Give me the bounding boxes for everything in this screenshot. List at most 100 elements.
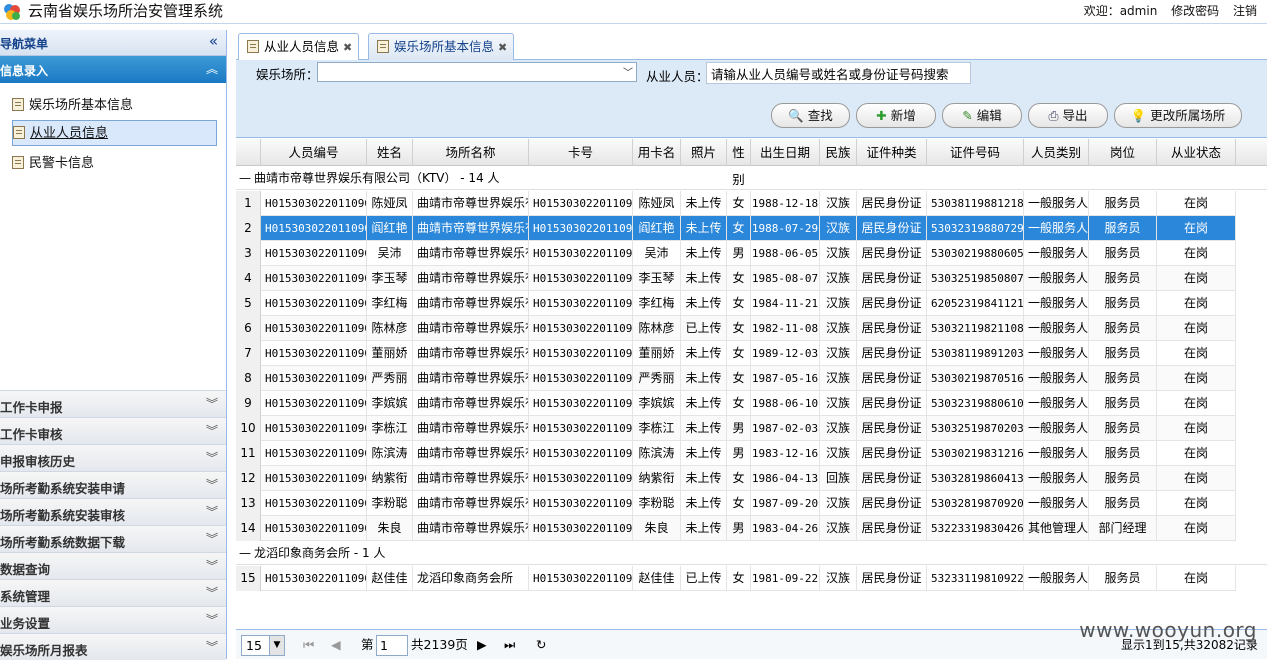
accordion-section[interactable]: 业务设置 ︾ (0, 606, 226, 633)
tree-item-venue-info[interactable]: 娱乐场所基本信息 (12, 93, 217, 119)
table-cell: 在岗 (1157, 516, 1236, 541)
column-header[interactable]: 人员类别 (1024, 139, 1089, 166)
chevron-down-icon[interactable]: ︾ (206, 503, 218, 520)
chevron-down-icon[interactable]: ︾ (206, 449, 218, 466)
add-button[interactable]: ✚ 新增 (856, 103, 936, 128)
group-header[interactable]: — 龙滔印象商务会所 - 1 人 (236, 541, 1267, 565)
tab-venue-info[interactable]: 娱乐场所基本信息 ✖ (368, 33, 515, 60)
accordion-section[interactable]: 系统管理 ︾ (0, 579, 226, 606)
staff-search-input[interactable] (706, 62, 971, 84)
column-header[interactable]: 证件种类 (857, 139, 927, 166)
page-number-input[interactable]: 1 (376, 635, 408, 656)
table-row[interactable]: 2 H015303022011090 阎红艳 曲靖市帝尊世界娱乐有 H015303022… (236, 216, 1236, 241)
table-cell: 530323198807290 (927, 216, 1024, 241)
column-header[interactable]: 姓名 (367, 139, 413, 166)
export-button[interactable]: ⎙ 导出 (1028, 103, 1108, 128)
accordion-section[interactable]: 申报审核历史 ︾ (0, 444, 226, 471)
column-header[interactable]: 从业状态 (1157, 139, 1236, 166)
accordion-section[interactable]: 数据查询 ︾ (0, 552, 226, 579)
close-icon[interactable]: ✖ (498, 41, 507, 54)
table-cell: 一般服务人员 (1024, 316, 1089, 341)
table-cell: 李粉聪 (367, 491, 413, 516)
change-venue-button[interactable]: 💡 更改所属场所 (1114, 103, 1242, 128)
accordion-section[interactable]: 工作卡申报 ︾ (0, 390, 226, 417)
chevron-down-icon[interactable]: ︾ (206, 557, 218, 574)
first-page-icon[interactable]: ⏮ (303, 636, 314, 654)
column-header[interactable]: 民族 (820, 139, 857, 166)
table-row[interactable]: 6 H015303022011090 陈林彦 曲靖市帝尊世界娱乐有 H015303022… (236, 316, 1236, 341)
accordion-section[interactable]: 场所考勤系统安装审核 ︾ (0, 498, 226, 525)
tree-item-staff-info[interactable]: 从业人员信息 (12, 120, 217, 146)
venue-select[interactable]: ﹀ (317, 62, 637, 82)
column-header[interactable]: 出生日期 (751, 139, 820, 166)
column-header[interactable]: 证件号码 (927, 139, 1024, 166)
tab-staff-info[interactable]: 从业人员信息 ✖ (238, 33, 360, 61)
table-cell: 在岗 (1157, 391, 1236, 416)
group-title: 龙滔印象商务会所 - 1 人 (254, 546, 386, 560)
accordion-section[interactable]: 工作卡审核 ︾ (0, 417, 226, 444)
table-row[interactable]: 1 H015303022011090 陈娅凤 曲靖市帝尊世界娱乐有 H015303022… (236, 191, 1236, 216)
table-cell: 一般服务人员 (1024, 241, 1089, 266)
chevron-down-icon[interactable]: ︾ (206, 422, 218, 439)
refresh-icon[interactable]: ↻ (536, 636, 546, 654)
table-row[interactable]: 15 H015303022011090 赵佳佳 龙滔印象商务会所 H0153030220… (236, 566, 1236, 591)
table-cell: 未上传 (681, 216, 727, 241)
collapse-group-icon[interactable]: — (236, 541, 254, 565)
page-size-select[interactable]: 15 ▼ (241, 635, 285, 656)
column-header[interactable]: 岗位 (1089, 139, 1157, 166)
accordion-section[interactable]: 场所考勤系统数据下载 ︾ (0, 525, 226, 552)
accordion-section-open[interactable]: 信息录入 ︽ (0, 56, 226, 83)
logout-link[interactable]: 注销 (1233, 4, 1257, 18)
chevron-down-icon[interactable]: ︾ (206, 476, 218, 493)
document-icon (12, 156, 24, 169)
column-header[interactable]: 人员编号 (261, 139, 367, 166)
table-cell: 曲靖市帝尊世界娱乐有 (413, 316, 529, 341)
table-row[interactable]: 4 H015303022011090 李玉琴 曲靖市帝尊世界娱乐有 H015303022… (236, 266, 1236, 291)
accordion-section[interactable]: 娱乐场所月报表 ︾ (0, 633, 226, 660)
table-row[interactable]: 14 H015303022011090 朱良 曲靖市帝尊世界娱乐有 H015303022… (236, 516, 1236, 541)
tree-item-police-card[interactable]: 民警卡信息 (12, 151, 217, 177)
collapse-sidebar-icon[interactable]: « (209, 32, 218, 50)
column-header[interactable]: 用卡名 (633, 139, 681, 166)
column-header[interactable]: 性别 (727, 139, 751, 187)
table-cell: 未上传 (681, 516, 727, 541)
table-row[interactable]: 11 H015303022011090 陈滨涛 曲靖市帝尊世界娱乐有 H01530302… (236, 441, 1236, 466)
prev-page-icon[interactable]: ◀ (331, 636, 341, 654)
chevron-down-icon[interactable]: ︾ (206, 611, 218, 628)
search-button[interactable]: 🔍 查找 (771, 103, 850, 128)
table-row[interactable]: 3 H015303022011090 吴沛 曲靖市帝尊世界娱乐有 H0153030220… (236, 241, 1236, 266)
table-cell: 朱良 (367, 516, 413, 541)
table-cell: 居民身份证 (857, 266, 927, 291)
column-header[interactable]: 场所名称 (413, 139, 529, 166)
table-row[interactable]: 5 H015303022011090 李红梅 曲靖市帝尊世界娱乐有 H015303022… (236, 291, 1236, 316)
app-title: 云南省娱乐场所治安管理系统 (28, 2, 224, 20)
chevron-down-icon[interactable]: ︾ (206, 530, 218, 547)
table-row[interactable]: 13 H015303022011090 李粉聪 曲靖市帝尊世界娱乐有 H01530302… (236, 491, 1236, 516)
collapse-group-icon[interactable]: — (236, 166, 254, 190)
table-row[interactable]: 12 H015303022011090 纳紫衔 曲靖市帝尊世界娱乐有 H01530302… (236, 466, 1236, 491)
lightbulb-icon: 💡 (1130, 108, 1147, 123)
table-row[interactable]: 10 H015303022011090 李栋江 曲靖市帝尊世界娱乐有 H01530302… (236, 416, 1236, 441)
chevron-down-icon[interactable]: ︾ (206, 584, 218, 601)
accordion-section[interactable]: 场所考勤系统安装申请 ︾ (0, 471, 226, 498)
table-cell: 阎红艳 (633, 216, 681, 241)
table-cell: 530381198812182 (927, 191, 1024, 216)
next-page-icon[interactable]: ▶ (477, 636, 487, 654)
chevron-down-icon[interactable]: ︾ (206, 638, 218, 655)
column-header[interactable]: 卡号 (529, 139, 633, 166)
table-row[interactable]: 9 H015303022011090 李嫔嫔 曲靖市帝尊世界娱乐有 H015303022… (236, 391, 1236, 416)
edit-button[interactable]: ✎ 编辑 (942, 103, 1022, 128)
group-header[interactable]: — 曲靖市帝尊世界娱乐有限公司（KTV） - 14 人 (236, 166, 1267, 190)
last-page-icon[interactable]: ⏭ (504, 636, 515, 654)
column-header[interactable]: 照片 (681, 139, 727, 166)
table-row[interactable]: 7 H015303022011090 董丽娇 曲靖市帝尊世界娱乐有 H015303022… (236, 341, 1236, 366)
table-cell: 曲靖市帝尊世界娱乐有 (413, 241, 529, 266)
table-cell: 在岗 (1157, 291, 1236, 316)
change-password-link[interactable]: 修改密码 (1171, 4, 1219, 18)
app-header: 云南省娱乐场所治安管理系统 欢迎：admin 修改密码 注销 (0, 0, 1267, 24)
table-row[interactable]: 8 H015303022011090 严秀丽 曲靖市帝尊世界娱乐有 H015303022… (236, 366, 1236, 391)
chevron-down-icon[interactable]: ︾ (206, 395, 218, 412)
table-cell: 1984-11-21 (751, 291, 820, 316)
chevron-up-icon[interactable]: ︽ (206, 60, 218, 77)
close-icon[interactable]: ✖ (343, 41, 352, 54)
